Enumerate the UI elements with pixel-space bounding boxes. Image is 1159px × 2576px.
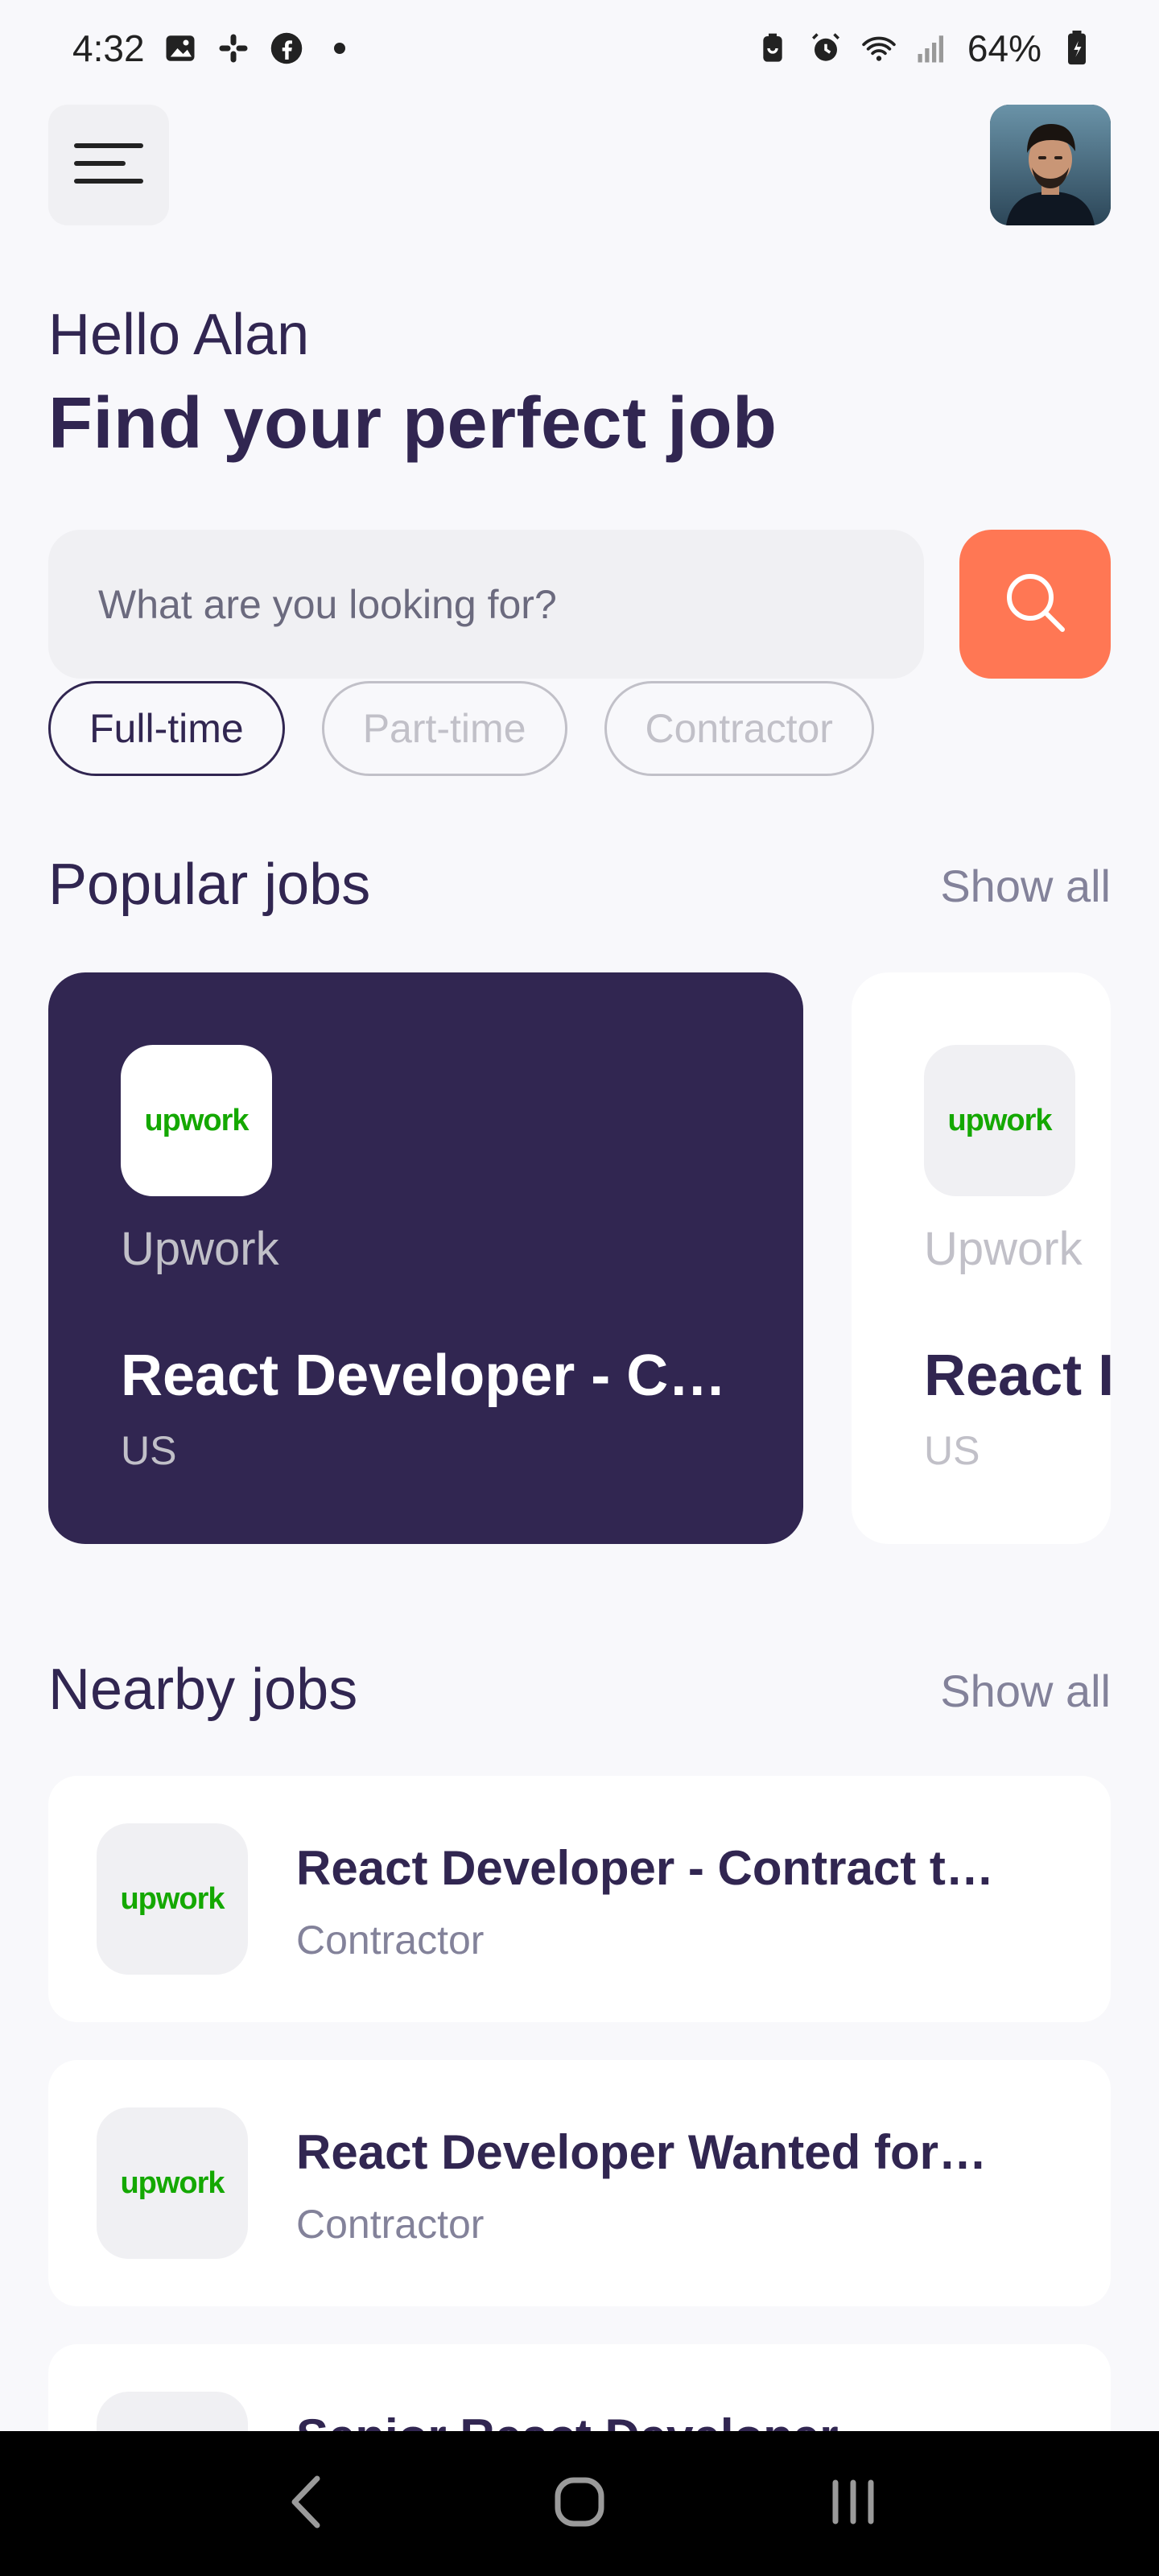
dot-icon: [322, 31, 357, 66]
company-logo: upwork: [121, 1045, 272, 1196]
upwork-logo: upwork: [120, 2165, 225, 2200]
back-icon: [288, 2474, 324, 2534]
tab-part-time[interactable]: Part-time: [321, 681, 567, 776]
search-input[interactable]: [98, 580, 924, 628]
job-location: US: [924, 1428, 980, 1473]
company-name: Upwork: [121, 1223, 279, 1275]
job-title: React Developer - C…: [121, 1344, 727, 1408]
nearby-job-card[interactable]: upwork React Developer - Contract t… Con…: [48, 1776, 1111, 2022]
battery-icon: [1059, 31, 1095, 66]
job-title: React Developer - Contract t…: [296, 1841, 994, 1895]
job-type: Contractor: [296, 1918, 485, 1963]
tab-contractor[interactable]: Contractor: [604, 681, 874, 776]
battery-saver-icon: [755, 31, 790, 66]
recents-button[interactable]: [813, 2463, 893, 2544]
job-location: US: [121, 1428, 177, 1473]
search-button[interactable]: [959, 530, 1111, 679]
menu-button[interactable]: [48, 105, 169, 225]
job-title: React Developer Wanted for…: [296, 2125, 987, 2179]
popular-job-card[interactable]: upwork Upwork React I US: [852, 972, 1111, 1544]
system-nav-bar: [0, 2431, 1159, 2576]
profile-avatar[interactable]: [990, 105, 1111, 225]
page-title: Find your perfect job: [48, 383, 777, 464]
job-type: Contractor: [296, 2202, 485, 2247]
popular-jobs-title: Popular jobs: [48, 852, 371, 917]
popular-job-card[interactable]: upwork Upwork React Developer - C… US: [48, 972, 803, 1544]
status-right: 64%: [755, 27, 1095, 70]
recents-icon: [829, 2478, 877, 2530]
wifi-icon: [861, 31, 897, 66]
tab-label: Full-time: [89, 706, 244, 751]
search-icon: [1001, 568, 1069, 640]
upwork-logo: upwork: [947, 1103, 1052, 1137]
greeting: Hello Alan: [48, 303, 310, 367]
facebook-icon: [269, 31, 304, 66]
gallery-icon: [163, 31, 198, 66]
home-button[interactable]: [539, 2463, 620, 2544]
job-type-tabs: Full-time Part-time Contractor: [48, 681, 874, 776]
popular-show-all-link[interactable]: Show all: [940, 860, 1111, 912]
upwork-logo: upwork: [144, 1103, 249, 1137]
company-name: Upwork: [924, 1223, 1083, 1275]
search-box[interactable]: [48, 530, 924, 679]
company-logo: upwork: [924, 1045, 1075, 1196]
status-bar: 4:32 64%: [0, 0, 1159, 97]
tab-label: Contractor: [645, 706, 833, 751]
status-time: 4:32: [72, 27, 145, 69]
battery-percent: 64%: [967, 27, 1041, 69]
nearby-job-card[interactable]: upwork React Developer Wanted for… Contr…: [48, 2060, 1111, 2306]
tab-full-time[interactable]: Full-time: [48, 681, 285, 776]
company-logo: upwork: [97, 2107, 248, 2259]
nearby-show-all-link[interactable]: Show all: [940, 1665, 1111, 1717]
menu-icon: [73, 141, 144, 190]
company-logo: upwork: [97, 1823, 248, 1975]
nearby-jobs-title: Nearby jobs: [48, 1657, 358, 1722]
alarm-icon: [808, 31, 843, 66]
tab-label: Part-time: [362, 706, 526, 751]
back-button[interactable]: [266, 2463, 346, 2544]
upwork-logo: upwork: [120, 1881, 225, 1916]
job-title: React I: [924, 1344, 1111, 1408]
status-left: 4:32: [72, 27, 357, 70]
slack-icon: [216, 31, 251, 66]
home-icon: [554, 2476, 605, 2532]
signal-icon: [914, 31, 950, 66]
